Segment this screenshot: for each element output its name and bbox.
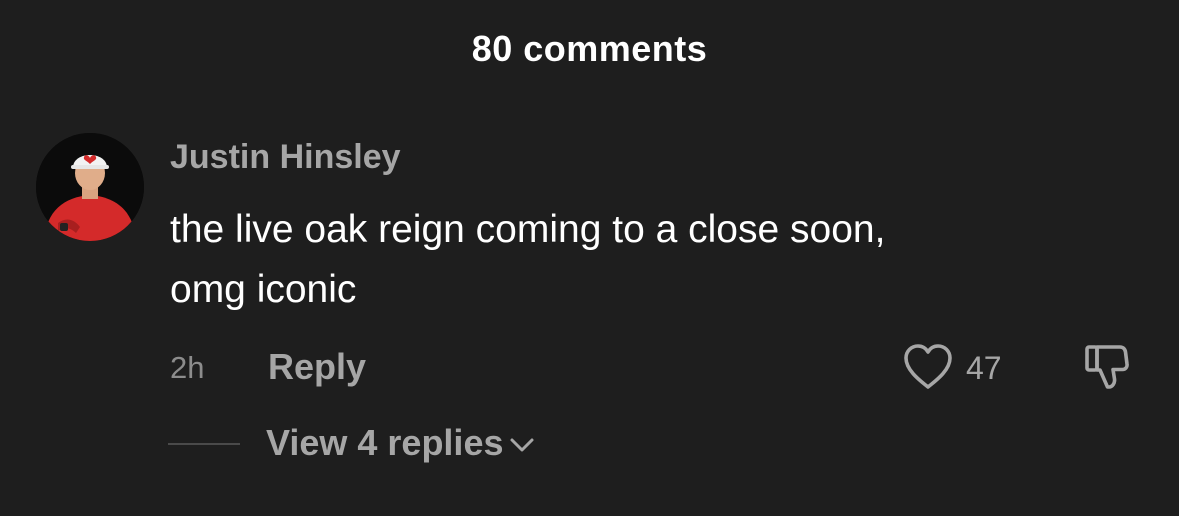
view-replies-label: View 4 replies bbox=[266, 422, 504, 463]
comment-timestamp: 2h bbox=[170, 350, 205, 385]
heart-outline-icon[interactable] bbox=[902, 343, 954, 391]
comments-count-title: 80 comments bbox=[471, 28, 708, 69]
reply-button[interactable]: Reply bbox=[268, 346, 366, 388]
avatar[interactable] bbox=[36, 133, 144, 241]
view-replies-button[interactable]: View 4 replies bbox=[266, 422, 535, 464]
comment-body: the live oak reign coming to a close soo… bbox=[170, 200, 1110, 320]
chevron-down-icon bbox=[510, 438, 534, 452]
comment-body-line: omg iconic bbox=[170, 268, 357, 311]
replies-divider bbox=[168, 443, 240, 445]
thumbs-down-outline-icon[interactable] bbox=[1082, 341, 1134, 393]
comment-body-line: the live oak reign coming to a close soo… bbox=[170, 208, 886, 251]
like-count: 47 bbox=[966, 350, 1002, 386]
comment-author[interactable]: Justin Hinsley bbox=[170, 138, 401, 177]
